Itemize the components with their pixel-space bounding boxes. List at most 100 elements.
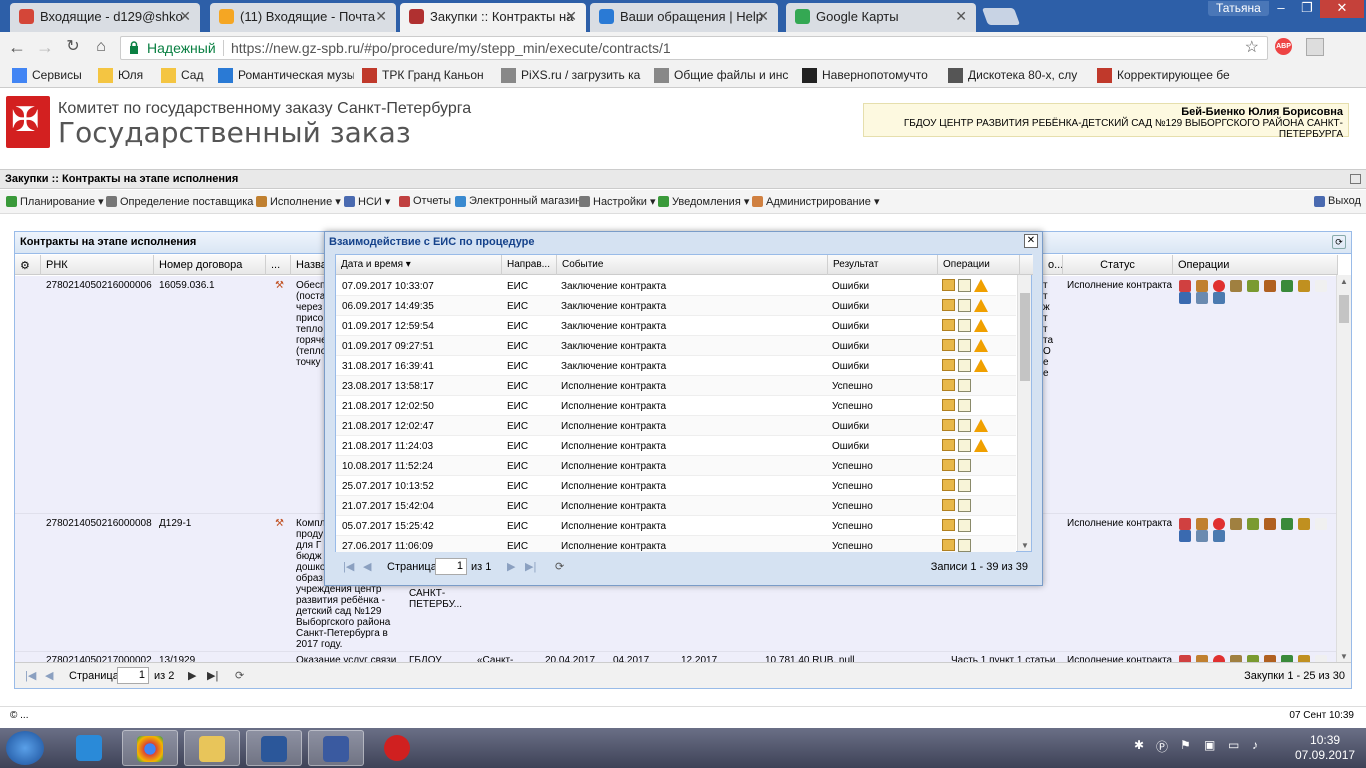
operation-icon[interactable] bbox=[1315, 518, 1327, 530]
operation-icon[interactable] bbox=[1281, 518, 1293, 530]
operation-icon[interactable] bbox=[1264, 280, 1276, 292]
event-row[interactable]: 23.08.2017 13:58:17 ЕИС Исполнение контрак… bbox=[336, 376, 1016, 396]
browser-tab[interactable]: Входящие - d129@shko ✕ bbox=[10, 3, 200, 32]
package-icon[interactable] bbox=[942, 439, 955, 451]
operation-icon[interactable] bbox=[1230, 518, 1242, 530]
tab-close-icon[interactable]: ✕ bbox=[375, 3, 387, 30]
menu-item[interactable]: Электронный магазин bbox=[455, 195, 581, 207]
prev-page-icon[interactable]: ◀ bbox=[45, 669, 53, 682]
operation-icon[interactable] bbox=[1281, 280, 1293, 292]
tab-close-icon[interactable]: ✕ bbox=[757, 3, 769, 30]
event-row[interactable]: 01.09.2017 09:27:51 ЕИС Заключение контрак… bbox=[336, 336, 1016, 356]
event-row[interactable]: 01.09.2017 12:59:54 ЕИС Заключение контрак… bbox=[336, 316, 1016, 336]
warning-icon[interactable] bbox=[974, 319, 988, 332]
bookmark-item[interactable]: Сервисы bbox=[12, 68, 87, 83]
bookmark-item[interactable]: Романтическая музы bbox=[218, 68, 354, 83]
document-icon[interactable] bbox=[958, 519, 971, 532]
col-result[interactable]: Результат bbox=[828, 255, 938, 275]
dialog-scroll-down-icon[interactable]: ▼ bbox=[1021, 541, 1029, 550]
col-contract-number[interactable]: Номер договора bbox=[154, 255, 266, 275]
bookmark-item[interactable]: Юля bbox=[98, 68, 150, 83]
warning-icon[interactable] bbox=[974, 359, 988, 372]
operation-icon[interactable] bbox=[1247, 518, 1259, 530]
bookmark-item[interactable]: ТРК Гранд Каньон bbox=[362, 68, 494, 83]
event-row[interactable]: 07.09.2017 10:33:07 ЕИС Заключение контрак… bbox=[336, 276, 1016, 296]
document-icon[interactable] bbox=[958, 419, 971, 432]
operation-icon[interactable] bbox=[1298, 280, 1310, 292]
bookmark-item[interactable]: Дискотека 80-х, слу bbox=[948, 68, 1086, 83]
panel-refresh-icon[interactable]: ⟳ bbox=[1332, 235, 1346, 249]
adblock-icon[interactable]: ABP bbox=[1275, 38, 1292, 55]
tab-close-icon[interactable]: ✕ bbox=[179, 3, 191, 30]
address-bar[interactable]: Надежный https://new.gz-spb.ru/#po/proce… bbox=[120, 36, 1268, 60]
package-icon[interactable] bbox=[942, 499, 955, 511]
flag-icon[interactable]: ⚑ bbox=[1180, 738, 1191, 752]
tray-p-icon[interactable]: Ⓟ bbox=[1156, 738, 1168, 755]
operation-icon[interactable] bbox=[1179, 292, 1191, 304]
document-icon[interactable] bbox=[958, 359, 971, 372]
menu-item[interactable]: Уведомления ▾ bbox=[658, 195, 749, 208]
event-row[interactable]: 25.07.2017 10:13:52 ЕИС Исполнение контрак… bbox=[336, 476, 1016, 496]
bookmark-item[interactable]: Корректирующее бе bbox=[1097, 68, 1237, 83]
document-icon[interactable] bbox=[958, 499, 971, 512]
operation-icon[interactable] bbox=[1264, 518, 1276, 530]
browser-tab[interactable]: Google Карты ✕ bbox=[786, 3, 976, 32]
warning-icon[interactable] bbox=[974, 299, 988, 312]
home-icon[interactable]: ⌂ bbox=[90, 36, 112, 58]
menu-item[interactable]: Исполнение ▾ bbox=[256, 195, 341, 208]
grid-scrollbar[interactable]: ▲ ▼ bbox=[1336, 275, 1351, 663]
tab-close-icon[interactable]: ✕ bbox=[955, 3, 967, 30]
operation-icon[interactable] bbox=[1196, 280, 1208, 292]
browser-tab[interactable]: Ваши обращения | Help ✕ bbox=[590, 3, 778, 32]
start-button[interactable] bbox=[6, 731, 44, 765]
warning-icon[interactable] bbox=[974, 279, 988, 292]
package-icon[interactable] bbox=[942, 419, 955, 431]
package-icon[interactable] bbox=[942, 359, 955, 371]
operation-icon[interactable] bbox=[1213, 292, 1225, 304]
col-datetime[interactable]: Дата и время ▾ bbox=[336, 255, 502, 275]
minimize-button[interactable]: – bbox=[1268, 0, 1294, 18]
collapse-icon[interactable] bbox=[1350, 174, 1361, 184]
document-icon[interactable] bbox=[958, 459, 971, 472]
col-hidden[interactable]: о... bbox=[1043, 255, 1063, 275]
browser-tab[interactable]: Закупки :: Контракты на ✕ bbox=[400, 3, 586, 32]
bookmark-item[interactable]: Сад bbox=[161, 68, 207, 83]
menu-item[interactable]: Отчеты bbox=[399, 195, 451, 207]
browser-tab[interactable]: (11) Входящие - Почта ✕ bbox=[210, 3, 396, 32]
dialog-close-icon[interactable]: ✕ bbox=[1024, 234, 1038, 248]
document-icon[interactable] bbox=[958, 539, 971, 552]
bookmark-item[interactable]: Навернопотомучто bbox=[802, 68, 940, 83]
document-icon[interactable] bbox=[958, 279, 971, 292]
taskbar-ie[interactable] bbox=[62, 730, 118, 766]
taskbar-explorer[interactable] bbox=[184, 730, 240, 766]
document-icon[interactable] bbox=[958, 379, 971, 392]
document-icon[interactable] bbox=[958, 479, 971, 492]
taskbar-app[interactable] bbox=[308, 730, 364, 766]
package-icon[interactable] bbox=[942, 459, 955, 471]
back-icon[interactable]: ← bbox=[6, 36, 28, 58]
col-rnk[interactable]: РНК bbox=[41, 255, 154, 275]
taskbar-clock[interactable]: 10:39 07.09.2017 bbox=[1295, 733, 1355, 763]
operation-icon[interactable] bbox=[1179, 518, 1191, 530]
operation-icon[interactable] bbox=[1213, 280, 1225, 292]
package-icon[interactable] bbox=[942, 319, 955, 331]
battery-icon[interactable]: ▭ bbox=[1228, 738, 1239, 752]
operation-icon[interactable] bbox=[1196, 530, 1208, 542]
operation-icon[interactable] bbox=[1315, 280, 1327, 292]
package-icon[interactable] bbox=[942, 399, 955, 411]
taskbar-word[interactable] bbox=[246, 730, 302, 766]
package-icon[interactable] bbox=[942, 279, 955, 291]
package-icon[interactable] bbox=[942, 479, 955, 491]
col-operations[interactable]: Операции bbox=[1173, 255, 1338, 275]
event-row[interactable]: 21.08.2017 11:24:03 ЕИС Исполнение контрак… bbox=[336, 436, 1016, 456]
next-page-icon[interactable]: ▶ bbox=[188, 669, 196, 682]
dialog-first-page-icon[interactable]: |◀ bbox=[343, 560, 354, 573]
dialog-scroll-thumb[interactable] bbox=[1020, 293, 1030, 381]
operation-icon[interactable] bbox=[1213, 518, 1225, 530]
reload-icon[interactable]: ↻ bbox=[62, 36, 84, 58]
dialog-page-input[interactable]: 1 bbox=[435, 558, 467, 575]
event-row[interactable]: 05.07.2017 15:25:42 ЕИС Исполнение контрак… bbox=[336, 516, 1016, 536]
bluetooth-icon[interactable]: ✱ bbox=[1134, 738, 1144, 752]
dialog-scrollbar[interactable]: ▼ bbox=[1017, 275, 1031, 551]
page-input[interactable]: 1 bbox=[117, 667, 149, 684]
